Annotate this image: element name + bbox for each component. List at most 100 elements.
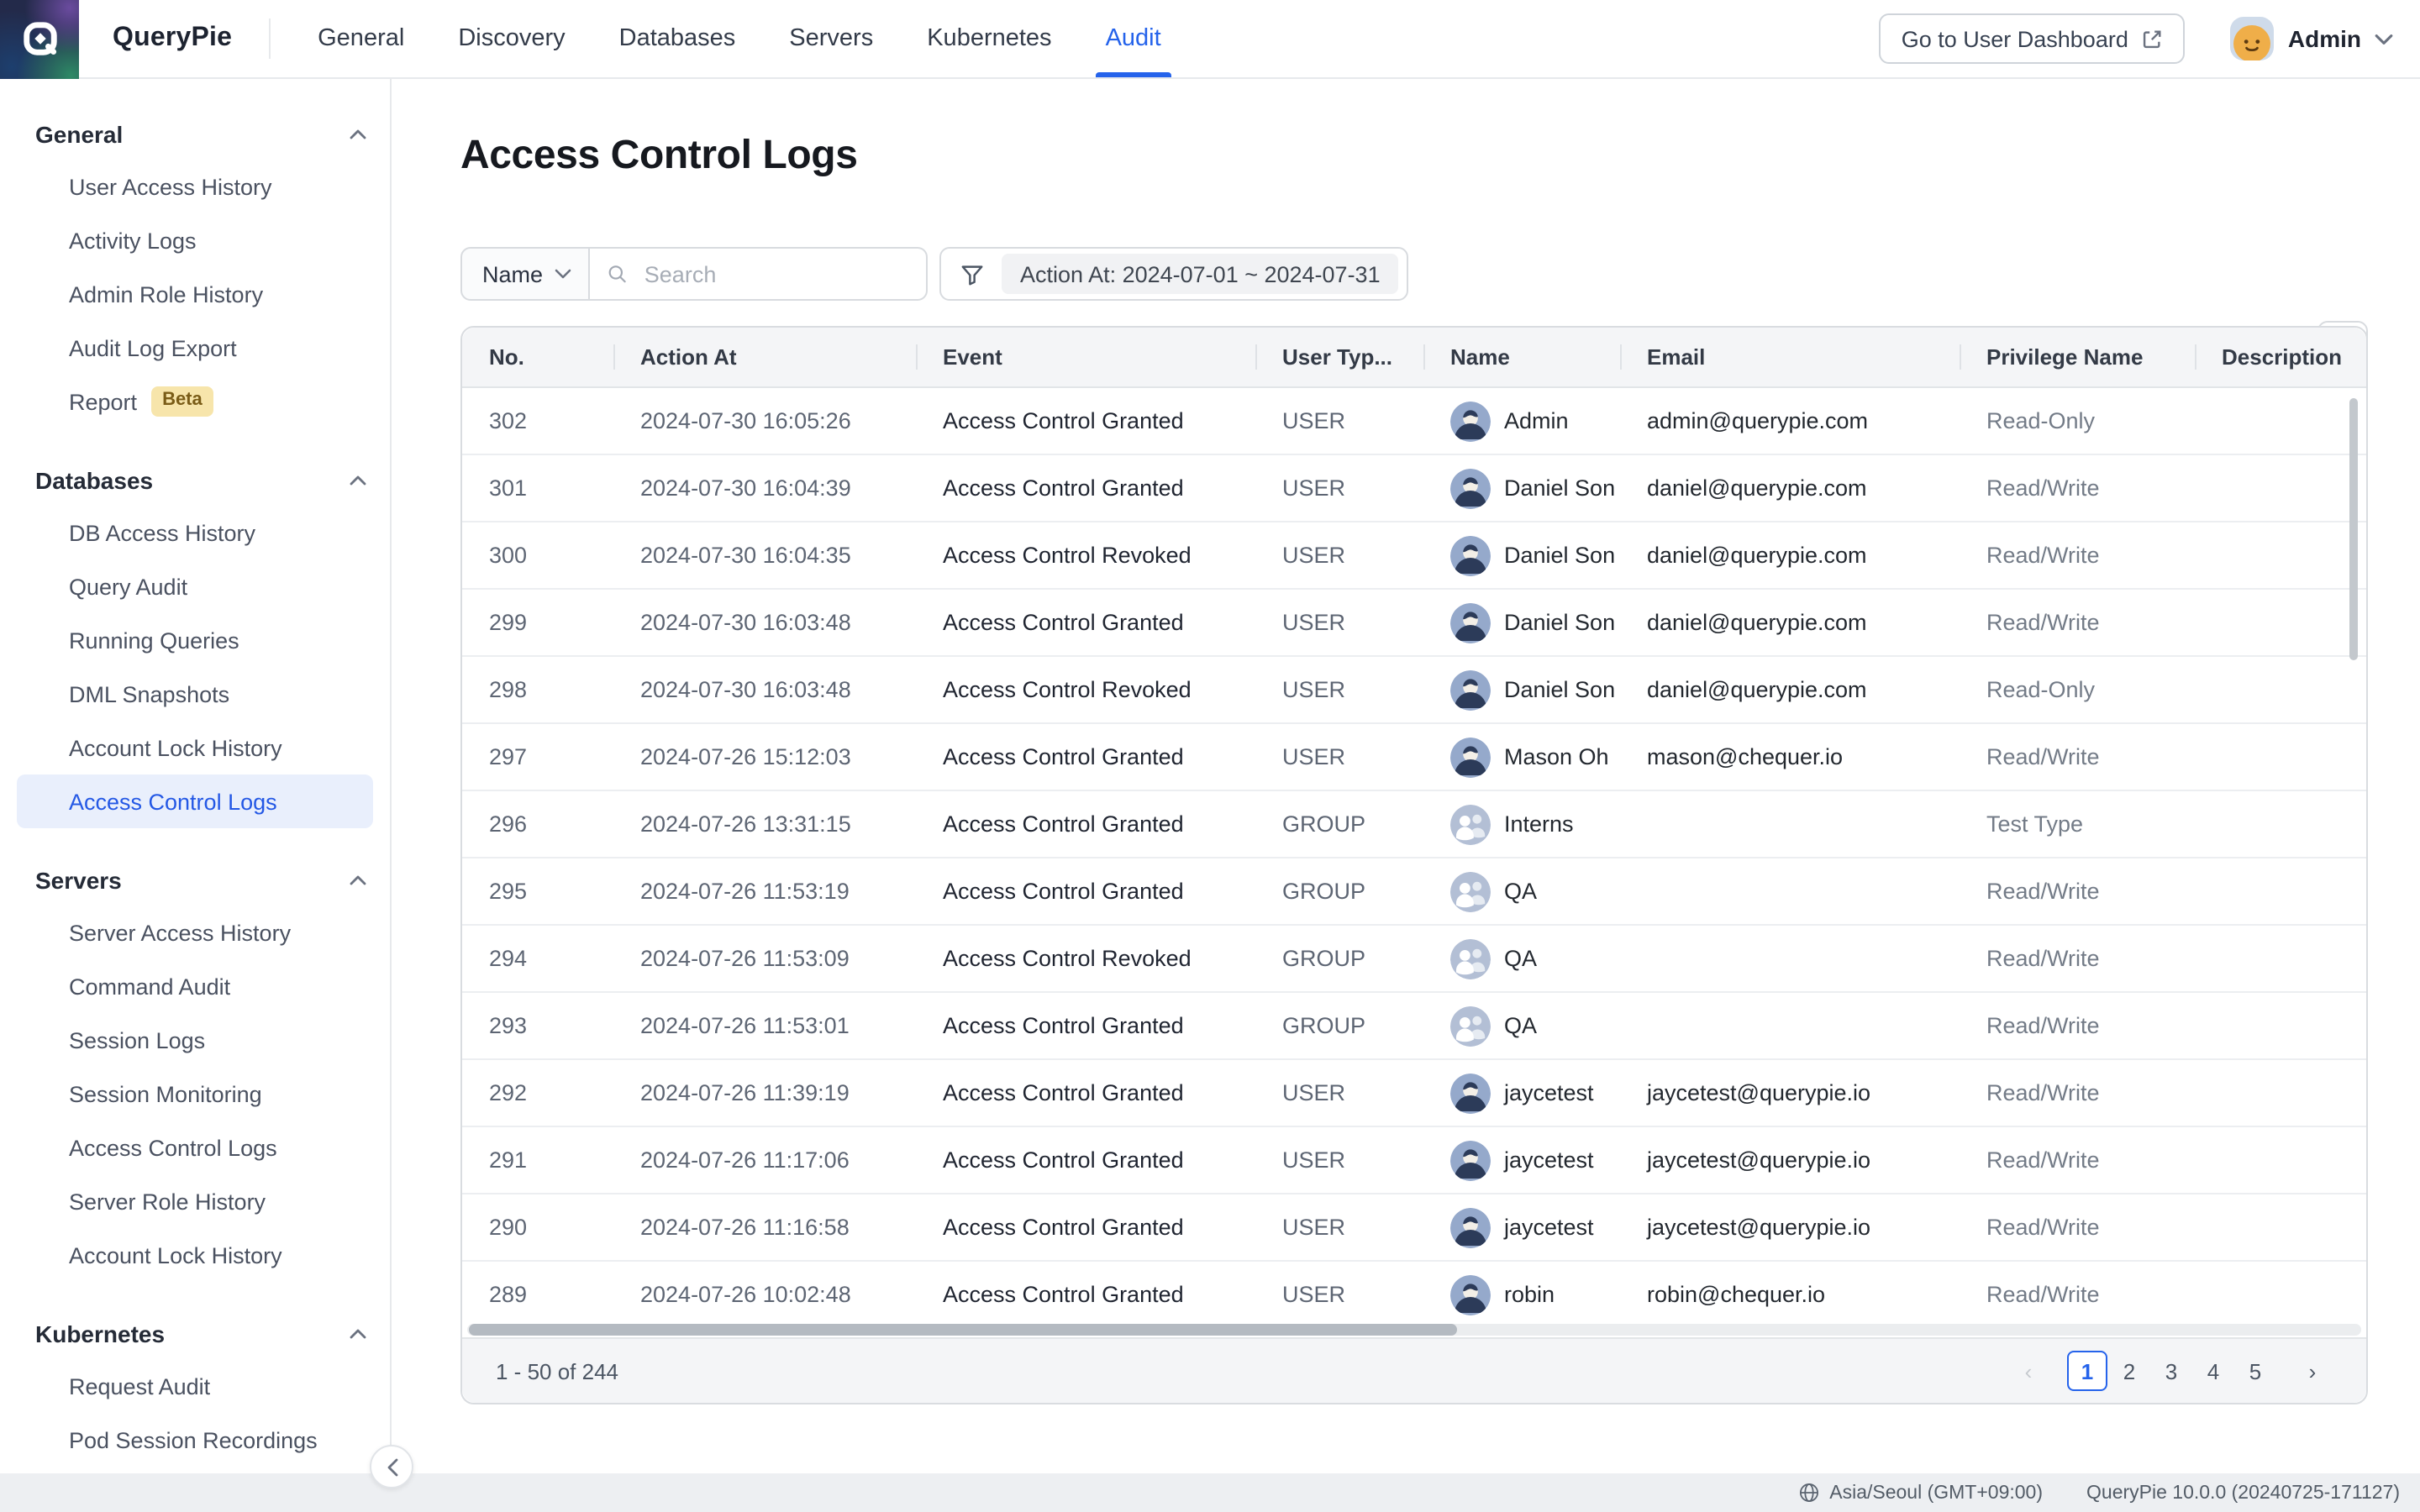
name-label: Daniel Son <box>1504 543 1615 568</box>
pagination-page-5[interactable]: 5 <box>2235 1351 2275 1391</box>
admin-avatar-icon <box>2231 17 2275 60</box>
user-avatar-icon <box>1450 535 1491 575</box>
sidebar-item-query-audit[interactable]: Query Audit <box>17 559 373 613</box>
cell-no: 294 <box>462 946 613 971</box>
sidebar-item-activity-logs[interactable]: Activity Logs <box>17 213 373 267</box>
pagination-page-2[interactable]: 2 <box>2109 1351 2149 1391</box>
table-row[interactable]: 3022024-07-30 16:05:26Access Control Gra… <box>462 388 2366 455</box>
table-row[interactable]: 2912024-07-26 11:17:06Access Control Gra… <box>462 1127 2366 1194</box>
column-header-privilege-name[interactable]: Privilege Name <box>1960 344 2195 370</box>
column-header-name[interactable]: Name <box>1423 344 1620 370</box>
nav-item-general[interactable]: General <box>318 0 404 77</box>
cell-email: jaycetest@querypie.io <box>1620 1080 1960 1105</box>
sidebar-item-report[interactable]: ReportBeta <box>17 375 373 428</box>
cell-name: QA <box>1423 871 1620 911</box>
filter-row: Name Action At: 2024-07-01 ~ 2024-07-3 <box>460 247 2368 301</box>
sidebar-item-request-audit[interactable]: Request Audit <box>17 1359 373 1413</box>
cell-action-at: 2024-07-26 10:02:48 <box>613 1282 916 1307</box>
table-row[interactable]: 2942024-07-26 11:53:09Access Control Rev… <box>462 926 2366 993</box>
search-input[interactable] <box>641 260 909 288</box>
search-field-selector[interactable]: Name <box>460 247 590 301</box>
column-header-email[interactable]: Email <box>1620 344 1960 370</box>
account-menu[interactable]: Admin <box>2231 17 2393 60</box>
column-header-no[interactable]: No. <box>462 344 613 370</box>
table-row[interactable]: 2932024-07-26 11:53:01Access Control Gra… <box>462 993 2366 1060</box>
sidebar-section-servers: Servers Server Access History Command Audi… <box>0 855 390 1282</box>
cell-user-type: USER <box>1255 475 1423 501</box>
sidebar-item-server-role-history[interactable]: Server Role History <box>17 1174 373 1228</box>
cell-event: Access Control Revoked <box>916 946 1255 971</box>
pagination-page-1[interactable]: 1 <box>2067 1351 2107 1391</box>
cell-privilege: Read/Write <box>1960 1080 2195 1105</box>
table-row[interactable]: 3002024-07-30 16:04:35Access Control Rev… <box>462 522 2366 590</box>
user-avatar-icon <box>1450 737 1491 777</box>
pagination-page-4[interactable]: 4 <box>2193 1351 2233 1391</box>
sidebar-section-header-general[interactable]: General <box>0 109 390 160</box>
cell-event: Access Control Granted <box>916 1080 1255 1105</box>
pagination-prev-button[interactable]: ‹ <box>2008 1351 2049 1391</box>
user-avatar-icon <box>1450 669 1491 710</box>
nav-item-discovery[interactable]: Discovery <box>458 0 565 77</box>
sidebar-section-header-databases[interactable]: Databases <box>0 455 390 506</box>
nav-item-servers[interactable]: Servers <box>789 0 873 77</box>
sidebar-collapse-button[interactable] <box>370 1445 413 1488</box>
sidebar-item-label: Session Monitoring <box>69 1081 262 1106</box>
sidebar-item-pod-session-recordings[interactable]: Pod Session Recordings <box>17 1413 373 1467</box>
sidebar-item-user-access-history[interactable]: User Access History <box>17 160 373 213</box>
sidebar-item-dml-snapshots[interactable]: DML Snapshots <box>17 667 373 721</box>
group-avatar-icon <box>1450 871 1491 911</box>
pagination-page-3[interactable]: 3 <box>2151 1351 2191 1391</box>
user-avatar-icon <box>1450 1073 1491 1113</box>
sidebar-item-account-lock-history[interactable]: Account Lock History <box>17 1228 373 1282</box>
nav-item-kubernetes[interactable]: Kubernetes <box>927 0 1051 77</box>
column-header-description[interactable]: Description <box>2195 344 2366 370</box>
column-header-user-typ[interactable]: User Typ... <box>1255 344 1423 370</box>
go-to-user-dashboard-button[interactable]: Go to User Dashboard <box>1880 13 2186 64</box>
table-row[interactable]: 2962024-07-26 13:31:15Access Control Gra… <box>462 791 2366 858</box>
sidebar-item-label: Server Access History <box>69 920 291 945</box>
table-row[interactable]: 2992024-07-30 16:03:48Access Control Gra… <box>462 590 2366 657</box>
table-row[interactable]: 2982024-07-30 16:03:48Access Control Rev… <box>462 657 2366 724</box>
group-avatar-icon <box>1450 1005 1491 1046</box>
horizontal-scrollbar[interactable] <box>467 1322 2361 1337</box>
sidebar-item-admin-role-history[interactable]: Admin Role History <box>17 267 373 321</box>
sidebar-item-label: User Access History <box>69 174 272 199</box>
date-filter[interactable]: Action At: 2024-07-01 ~ 2024-07-31 <box>939 247 1409 301</box>
cell-name: jaycetest <box>1423 1073 1620 1113</box>
table-row[interactable]: 2972024-07-26 15:12:03Access Control Gra… <box>462 724 2366 791</box>
vertical-scrollbar[interactable] <box>2349 395 2358 1322</box>
sidebar-item-running-queries[interactable]: Running Queries <box>17 613 373 667</box>
cell-name: Daniel Son <box>1423 602 1620 643</box>
column-header-action-at[interactable]: Action At <box>613 344 916 370</box>
sidebar-section-databases: DatabasesDB Access HistoryQuery AuditRun… <box>0 455 390 828</box>
horizontal-scrollbar-thumb[interactable] <box>469 1324 1457 1336</box>
name-label: jaycetest <box>1504 1080 1594 1105</box>
table-row[interactable]: 2902024-07-26 11:16:58Access Control Gra… <box>462 1194 2366 1262</box>
pagination-next-button[interactable]: › <box>2292 1351 2333 1391</box>
sidebar-item-account-lock-history[interactable]: Account Lock History <box>17 721 373 774</box>
table-row[interactable]: 2892024-07-26 10:02:48Access Control Gra… <box>462 1262 2366 1322</box>
sidebar-item-access-control-logs[interactable]: Access Control Logs <box>17 1121 373 1174</box>
sidebar-item-access-control-logs[interactable]: Access Control Logs <box>17 774 373 828</box>
vertical-scrollbar-thumb[interactable] <box>2349 398 2358 660</box>
table-row[interactable]: 2952024-07-26 11:53:19Access Control Gra… <box>462 858 2366 926</box>
user-avatar-icon <box>1450 602 1491 643</box>
sidebar-item-session-monitoring[interactable]: Session Monitoring <box>17 1067 373 1121</box>
column-header-event[interactable]: Event <box>916 344 1255 370</box>
cell-no: 302 <box>462 408 613 433</box>
date-filter-chip[interactable]: Action At: 2024-07-01 ~ 2024-07-31 <box>1002 254 1399 294</box>
cell-user-type: USER <box>1255 1080 1423 1105</box>
nav-item-databases[interactable]: Databases <box>619 0 736 77</box>
sidebar-section-header-kubernetes[interactable]: Kubernetes <box>0 1309 390 1359</box>
nav-item-audit[interactable]: Audit <box>1106 0 1161 77</box>
table-row[interactable]: 3012024-07-30 16:04:39Access Control Gra… <box>462 455 2366 522</box>
sidebar-section-header-servers[interactable]: Servers <box>0 855 390 906</box>
sidebar-item-db-access-history[interactable]: DB Access History <box>17 506 373 559</box>
sidebar-item-audit-log-export[interactable]: Audit Log Export <box>17 321 373 375</box>
table-row[interactable]: 2922024-07-26 11:39:19Access Control Gra… <box>462 1060 2366 1127</box>
sidebar-item-label: Access Control Logs <box>69 789 277 814</box>
sidebar-item-command-audit[interactable]: Command Audit <box>17 959 373 1013</box>
querypie-logo[interactable] <box>0 0 79 78</box>
sidebar-item-server-access-history[interactable]: Server Access History <box>17 906 373 959</box>
sidebar-item-session-logs[interactable]: Session Logs <box>17 1013 373 1067</box>
